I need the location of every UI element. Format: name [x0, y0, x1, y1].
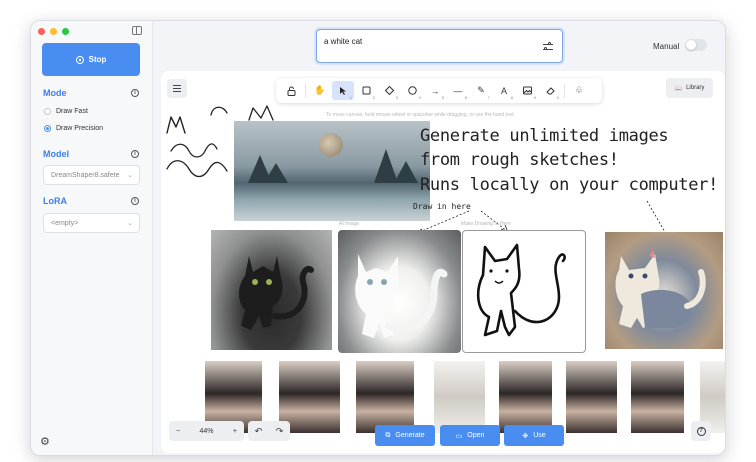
white-cat-image[interactable]	[338, 230, 461, 353]
mode-option-label: Draw Precision	[56, 125, 104, 132]
lora-select-value: <empty>	[51, 219, 79, 227]
model-select-value: DreamShaper8.safete	[51, 171, 120, 179]
headline-line: Generate unlimited images	[420, 126, 669, 146]
mode-option-draw-precision[interactable]: Draw Precision	[44, 125, 103, 132]
white-cat-silhouette	[355, 254, 448, 338]
portrait-thumbnail[interactable]	[499, 361, 552, 433]
prompt-settings-icon[interactable]	[543, 42, 553, 51]
close-window-button[interactable]	[38, 28, 45, 35]
manual-label: Manual	[653, 42, 680, 51]
history-control: ↶ ↷	[248, 421, 290, 441]
knitted-cat-image[interactable]	[605, 232, 723, 349]
zoom-window-button[interactable]	[62, 28, 69, 35]
sidebar-toggle-icon[interactable]	[132, 26, 142, 35]
radio-draw-precision[interactable]	[44, 125, 51, 132]
mode-option-label: Draw Fast	[56, 108, 88, 115]
lora-select[interactable]: <empty> ⌄	[43, 213, 140, 233]
stop-icon	[75, 55, 84, 64]
zoom-control: − 44% +	[169, 421, 244, 441]
portrait-thumbnail[interactable]	[566, 361, 617, 433]
black-cat-image[interactable]	[211, 230, 332, 350]
prompt-input[interactable]: a white cat	[316, 29, 563, 63]
portrait-thumbnail[interactable]	[434, 361, 485, 433]
model-info-icon[interactable]: i	[131, 150, 139, 158]
chevron-down-icon: ⌄	[127, 220, 133, 227]
scribble-mark	[166, 116, 186, 134]
zoom-level: 44%	[199, 427, 214, 435]
radio-draw-fast[interactable]	[44, 108, 51, 115]
headline-line: Runs locally on your computer!	[420, 175, 719, 195]
headline-line: from rough sketches!	[420, 150, 619, 170]
help-icon: ?	[696, 426, 706, 436]
lora-title: LoRA	[43, 196, 67, 206]
open-button[interactable]: ▭ Open	[440, 425, 500, 446]
generate-button[interactable]: ⧉ Generate	[375, 425, 435, 446]
open-label: Open	[467, 432, 485, 439]
settings-gear-icon[interactable]: ⚙	[40, 435, 50, 448]
undo-icon[interactable]: ↶	[255, 426, 263, 437]
help-button[interactable]: ?	[691, 421, 711, 441]
minimize-window-button[interactable]	[50, 28, 57, 35]
mode-title: Mode	[43, 88, 67, 98]
mode-option-draw-fast[interactable]: Draw Fast	[44, 108, 88, 115]
manual-toggle[interactable]	[685, 39, 707, 51]
model-title: Model	[43, 149, 69, 159]
black-cat-silhouette	[239, 256, 314, 330]
scribble-mark	[248, 105, 274, 121]
ai-image-caption: AI Image	[339, 221, 360, 227]
app-window: Stop Mode i Draw Fast Draw Precision Mod…	[30, 20, 726, 456]
mountain-shape	[264, 163, 288, 183]
moon-shape	[319, 133, 343, 157]
zoom-out-button[interactable]: −	[176, 428, 180, 435]
mode-info-icon[interactable]: i	[131, 89, 139, 97]
lora-info-icon[interactable]: i	[131, 197, 139, 205]
knitted-cat-silhouette	[615, 250, 706, 328]
use-label: Use	[533, 432, 546, 439]
portrait-thumbnail[interactable]	[631, 361, 684, 433]
use-icon: ✥	[522, 432, 529, 440]
cat-sketch	[476, 243, 566, 337]
drawing-caption: Make Drawing In Here	[461, 221, 511, 227]
folder-icon: ▭	[455, 432, 463, 440]
chevron-down-icon: ⌄	[127, 172, 133, 179]
scribble-mark	[170, 143, 218, 158]
use-button[interactable]: ✥ Use	[504, 425, 564, 446]
sketch-drawing-area[interactable]	[462, 230, 586, 353]
ai-landscape-image[interactable]	[234, 121, 430, 221]
generate-label: Generate	[395, 432, 425, 439]
model-select[interactable]: DreamShaper8.safete ⌄	[43, 165, 140, 185]
scribble-mark	[210, 106, 228, 116]
window-controls	[38, 28, 69, 35]
stop-button[interactable]: Stop	[42, 43, 140, 76]
zoom-in-button[interactable]: +	[233, 428, 237, 435]
drawing-canvas[interactable]: ✋ 1 2 3 4 → 5 —6 ✎ 7 A8 9 0 ♧ 📖 Library …	[161, 71, 725, 453]
portrait-thumbnail[interactable]	[356, 361, 414, 433]
stop-label: Stop	[88, 55, 107, 64]
sidebar: Stop Mode i Draw Fast Draw Precision Mod…	[31, 21, 153, 455]
draw-in-here-note: Draw in here	[413, 202, 471, 211]
scribble-mark	[166, 160, 228, 178]
generate-icon: ⧉	[385, 431, 391, 439]
mountain-shape	[394, 161, 418, 183]
prompt-value: a white cat	[324, 37, 363, 46]
redo-icon[interactable]: ↷	[276, 426, 284, 437]
